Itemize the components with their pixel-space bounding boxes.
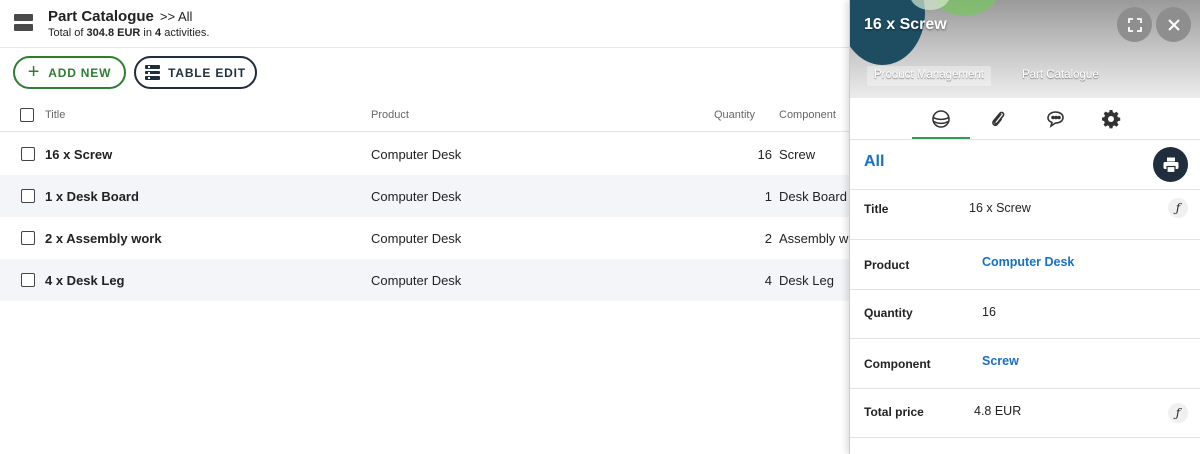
row-product: Computer Desk (371, 231, 462, 246)
row-product: Computer Desk (371, 189, 462, 204)
field-value[interactable]: 16 (982, 305, 996, 319)
table-header: Title Product Quantity Component (0, 98, 849, 132)
settings-icon (1102, 110, 1121, 129)
expand-button[interactable] (1117, 7, 1152, 42)
table-row[interactable]: 1 x Desk Board Computer Desk 1 Desk Boar… (0, 175, 849, 217)
add-new-label: ADD NEW (48, 65, 112, 80)
menu-icon[interactable] (14, 14, 33, 32)
list-header: Part Catalogue >> All Total of 304.8 EUR … (0, 0, 849, 48)
select-all-checkbox[interactable] (20, 108, 34, 122)
plus-icon: + (27, 60, 41, 83)
field-total-price: Total price 4.8 EUR ƒ (850, 388, 1200, 438)
table-edit-button[interactable]: TABLE EDIT (134, 56, 257, 89)
view-selector[interactable]: All (864, 153, 884, 171)
column-header-title[interactable]: Title (45, 109, 65, 121)
row-checkbox[interactable] (21, 147, 35, 161)
row-product: Computer Desk (371, 147, 462, 162)
field-label: Total price (864, 405, 924, 419)
breadcrumb-part-catalogue[interactable]: Part Catalogue (1015, 66, 1106, 86)
field-product: Product Computer Desk (850, 239, 1200, 290)
summary-amount: 304.8 EUR (86, 27, 141, 39)
summary-prefix: Total of (48, 27, 87, 39)
row-quantity: 4 (764, 273, 772, 288)
row-quantity: 2 (764, 231, 772, 246)
overview-icon (932, 110, 950, 128)
row-title: 1 x Desk Board (45, 189, 139, 204)
formula-icon[interactable]: ƒ (1168, 403, 1188, 423)
summary-mid: in (140, 27, 156, 39)
column-header-quantity[interactable]: Quantity (714, 109, 755, 121)
row-checkbox[interactable] (21, 273, 35, 287)
table-edit-label: TABLE EDIT (168, 65, 246, 80)
tab-settings[interactable] (1099, 107, 1123, 131)
field-label: Title (864, 202, 889, 216)
tab-attachments[interactable] (986, 107, 1010, 131)
field-label: Quantity (864, 306, 913, 320)
table-edit-icon (145, 65, 161, 81)
row-checkbox[interactable] (21, 189, 35, 203)
field-value-link[interactable]: Computer Desk (982, 255, 1074, 269)
close-icon (1167, 18, 1180, 31)
attachment-icon (992, 111, 1005, 127)
print-button[interactable] (1153, 147, 1188, 182)
panel-title: 16 x Screw (864, 16, 947, 33)
row-title: 16 x Screw (45, 147, 113, 162)
row-checkbox[interactable] (21, 231, 35, 245)
row-component: Desk Board (779, 189, 847, 204)
row-component: Screw (779, 147, 816, 162)
row-component: Desk Leg (779, 273, 834, 288)
list-view: Part Catalogue >> All Total of 304.8 EUR … (0, 0, 849, 454)
breadcrumb-product-management[interactable]: Product Management (867, 66, 991, 86)
summary-text: Total of 304.8 EUR in 4 activities. (48, 27, 209, 39)
field-component: Component Screw (850, 338, 1200, 389)
row-component: Assembly work (779, 231, 849, 246)
row-title: 4 x Desk Leg (45, 273, 125, 288)
row-quantity: 1 (764, 189, 772, 204)
field-label: Product (864, 258, 910, 272)
row-title: 2 x Assembly work (45, 231, 162, 246)
expand-icon (1127, 17, 1142, 32)
column-header-product[interactable]: Product (371, 109, 409, 121)
table-row[interactable]: 4 x Desk Leg Computer Desk 4 Desk Leg (0, 259, 849, 301)
formula-icon[interactable]: ƒ (1168, 198, 1188, 218)
row-product: Computer Desk (371, 273, 462, 288)
comments-icon (1047, 111, 1064, 128)
summary-suffix: activities. (161, 27, 210, 39)
view-crumb[interactable]: >> All (160, 9, 193, 24)
table-row[interactable]: 16 x Screw Computer Desk 16 Screw (0, 133, 849, 175)
field-label: Component (864, 357, 931, 371)
print-icon (1163, 157, 1178, 173)
panel-banner: 16 x Screw Product Management Part Catal… (850, 0, 1200, 98)
add-new-button[interactable]: + ADD NEW (13, 56, 126, 89)
tab-comments[interactable] (1043, 107, 1067, 131)
field-quantity: Quantity 16 (850, 289, 1200, 339)
field-title: Title 16 x Screw ƒ (850, 189, 1200, 240)
page-title: Part Catalogue >> All (48, 8, 192, 25)
field-value[interactable]: 16 x Screw (969, 201, 1031, 215)
field-value-link[interactable]: Screw (982, 354, 1019, 368)
row-quantity: 16 (757, 147, 772, 162)
panel-tabs (850, 98, 1200, 140)
field-value[interactable]: 4.8 EUR (974, 404, 1021, 418)
detail-panel: 16 x Screw Product Management Part Catal… (849, 0, 1200, 454)
page-title-text: Part Catalogue (48, 8, 154, 25)
tab-overview[interactable] (929, 107, 953, 131)
table-row[interactable]: 2 x Assembly work Computer Desk 2 Assemb… (0, 217, 849, 259)
column-header-component[interactable]: Component (779, 109, 836, 121)
close-button[interactable] (1156, 7, 1191, 42)
active-tab-indicator (912, 137, 970, 139)
